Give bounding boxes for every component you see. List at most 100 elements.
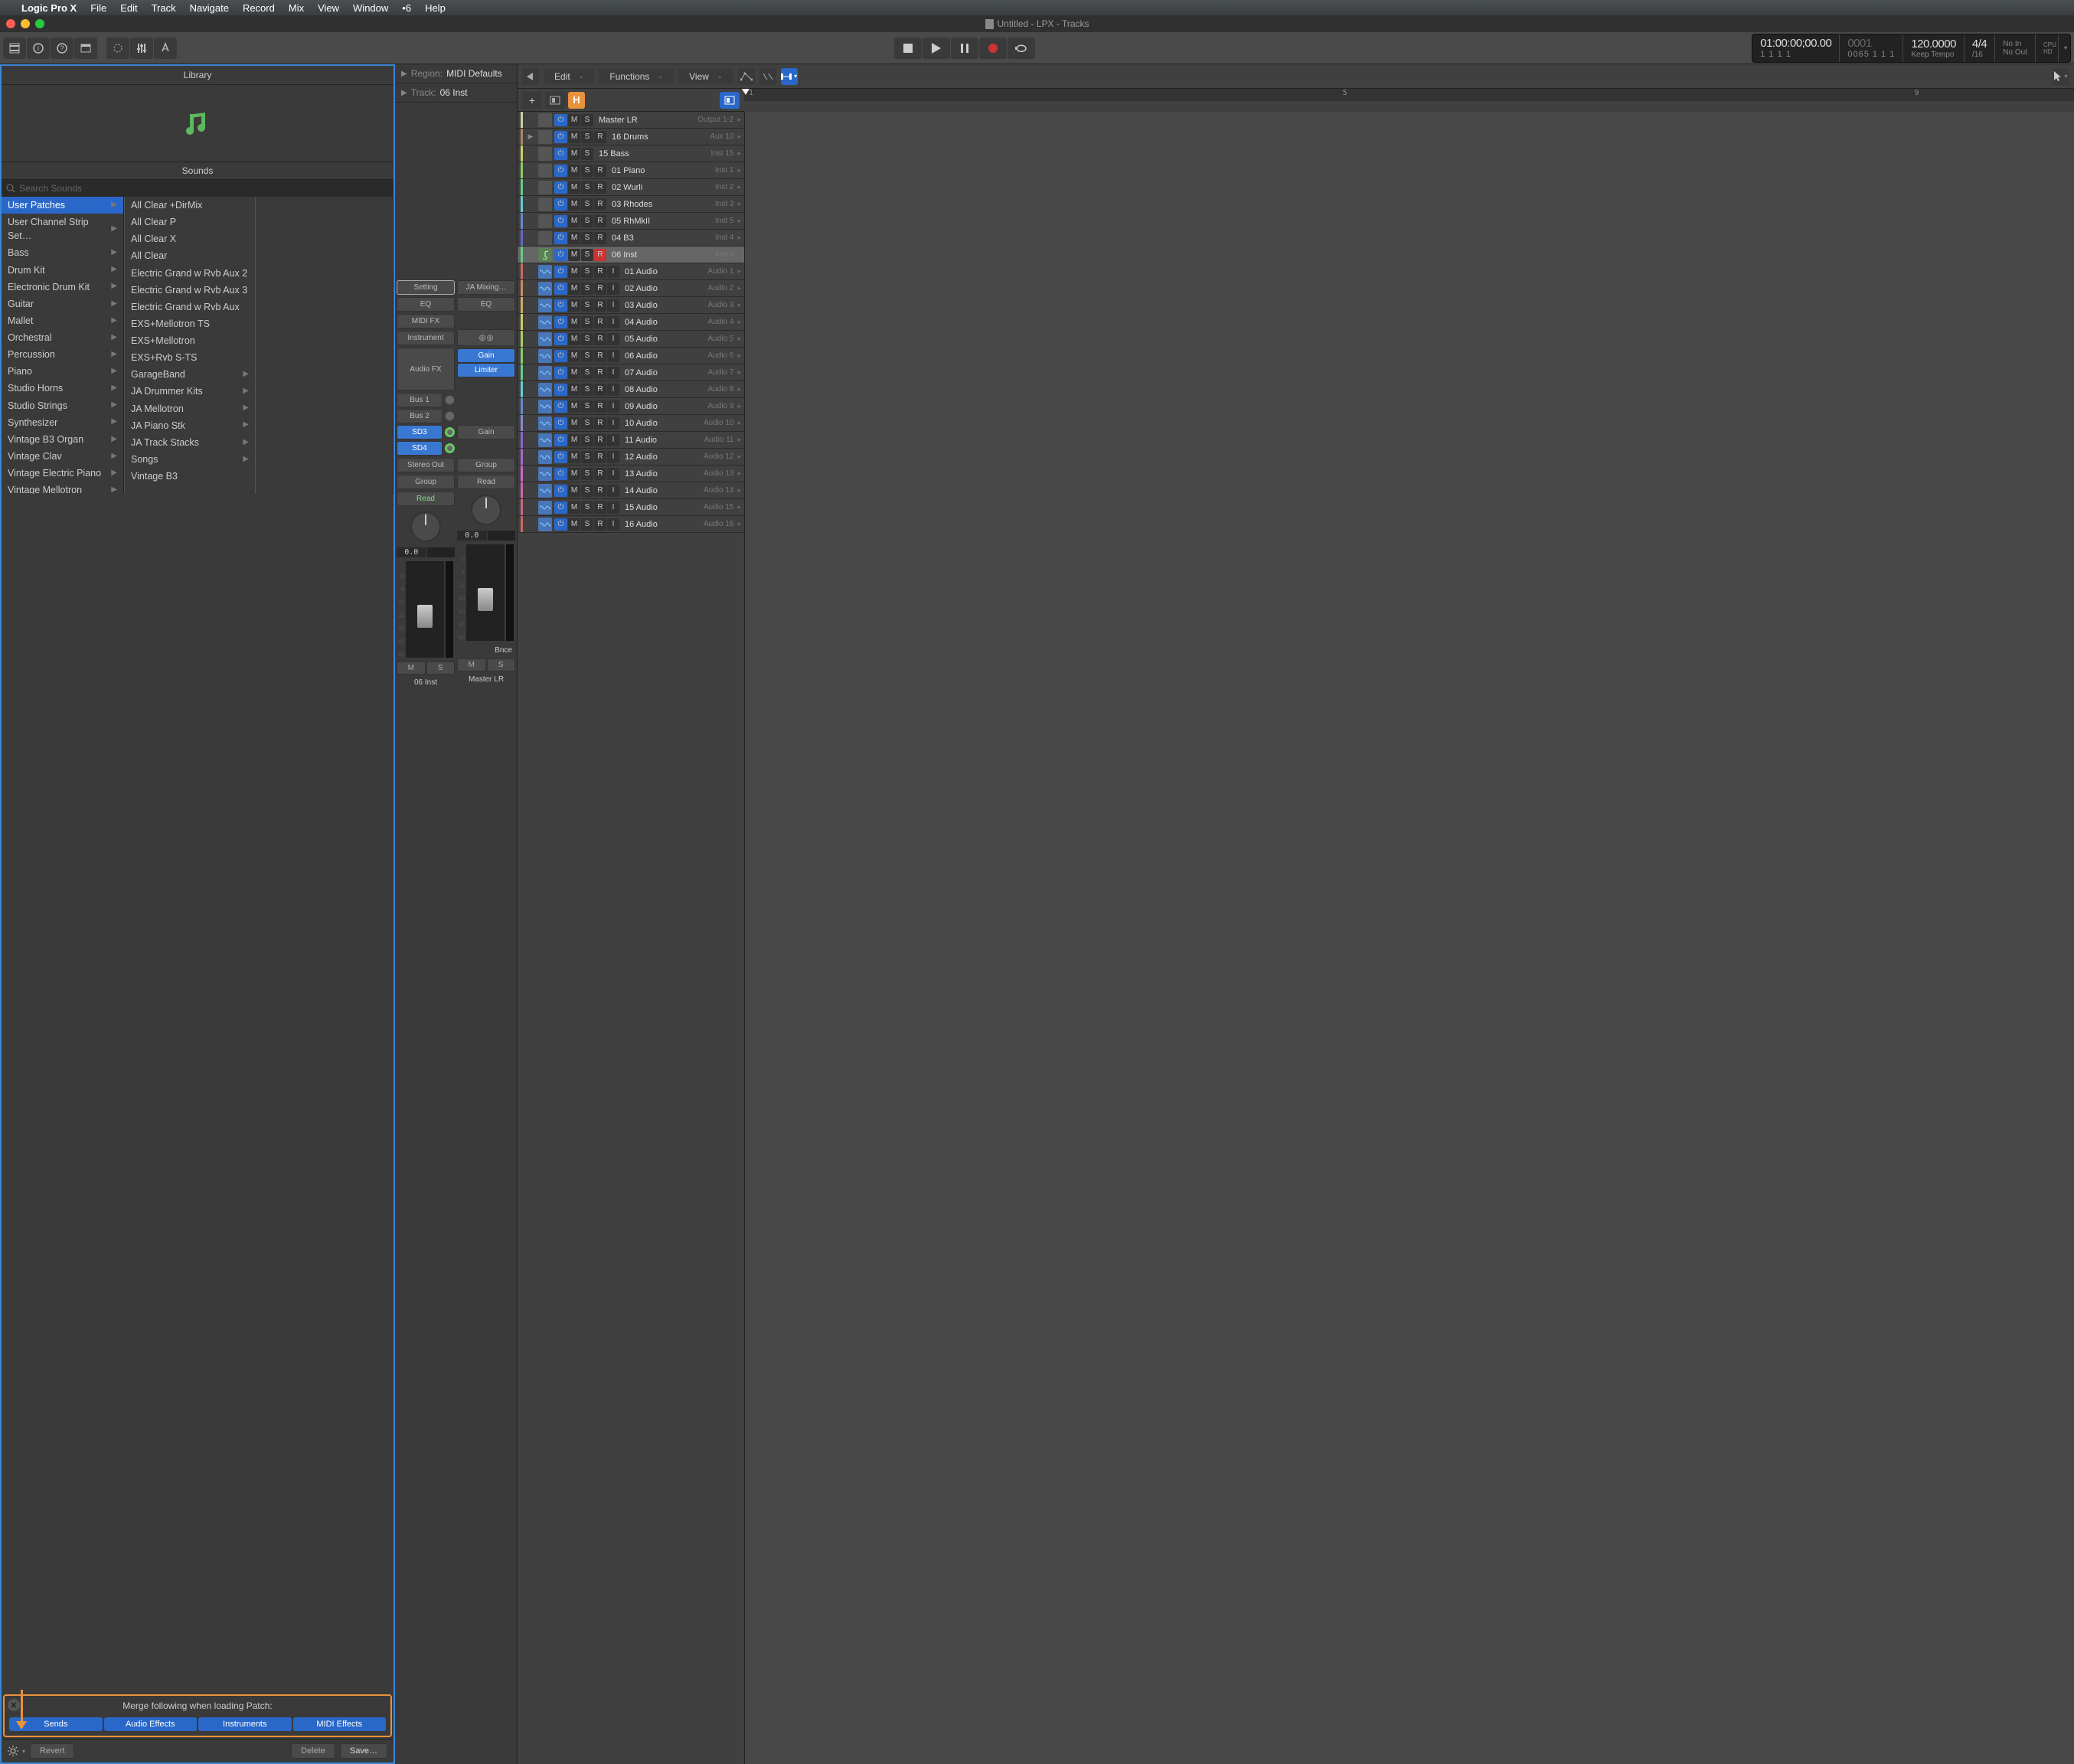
zoom-window-button[interactable]: [35, 19, 44, 28]
ruler[interactable]: 1 5 9: [744, 89, 2074, 101]
send-knob[interactable]: [445, 395, 455, 405]
pan-knob[interactable]: [410, 511, 441, 542]
record-enable-button[interactable]: R: [594, 501, 606, 514]
track-name[interactable]: 07 Audio: [622, 368, 706, 377]
solo-button[interactable]: S: [581, 198, 593, 211]
mute-button[interactable]: M: [568, 165, 580, 177]
smart-controls-button[interactable]: [106, 38, 129, 59]
track-header[interactable]: ⏻MSRI16 AudioAudio 16▸: [518, 516, 744, 533]
merge-instruments-button[interactable]: Instruments: [198, 1717, 292, 1731]
solo-button[interactable]: S: [581, 400, 593, 413]
pause-button[interactable]: [951, 38, 978, 59]
track-name[interactable]: 04 B3: [609, 234, 713, 243]
track-icon[interactable]: [538, 332, 552, 346]
mute-button[interactable]: M: [568, 384, 580, 396]
solo-button[interactable]: S: [581, 181, 593, 194]
track-header[interactable]: ⏻MSR01 PianoInst 1▸: [518, 162, 744, 179]
mute-button[interactable]: M: [568, 350, 580, 362]
chevron-right-icon[interactable]: ▸: [737, 250, 741, 259]
record-enable-button[interactable]: R: [594, 249, 606, 261]
track-name[interactable]: 05 Audio: [622, 335, 706, 344]
mute-button[interactable]: M: [568, 333, 580, 345]
solo-button[interactable]: S: [581, 367, 593, 379]
track-icon[interactable]: [538, 349, 552, 363]
track-header[interactable]: ⏻MSRI15 AudioAudio 15▸: [518, 499, 744, 516]
mute-button[interactable]: M: [568, 451, 580, 463]
bounce-button[interactable]: Bnce: [457, 645, 515, 656]
mute-button[interactable]: M: [457, 658, 486, 671]
input-monitor-button[interactable]: I: [607, 468, 619, 480]
chevron-right-icon[interactable]: ▸: [737, 116, 741, 124]
record-enable-button[interactable]: R: [594, 384, 606, 396]
track-icon[interactable]: [538, 400, 552, 413]
send-knob[interactable]: [445, 427, 455, 437]
chevron-right-icon[interactable]: ▸: [737, 200, 741, 208]
track-name[interactable]: 13 Audio: [622, 469, 701, 479]
input-monitor-button[interactable]: I: [607, 518, 619, 531]
pan-knob[interactable]: [471, 495, 501, 525]
gain-slot[interactable]: Gain: [457, 348, 515, 363]
chevron-right-icon[interactable]: ▸: [737, 234, 741, 242]
merge-audio-fx-button[interactable]: Audio Effects: [104, 1717, 198, 1731]
solo-button[interactable]: S: [581, 333, 593, 345]
mute-button[interactable]: M: [568, 198, 580, 211]
chevron-right-icon[interactable]: ▸: [737, 469, 741, 478]
track-icon[interactable]: [538, 467, 552, 481]
record-enable-button[interactable]: R: [594, 468, 606, 480]
record-enable-button[interactable]: R: [594, 451, 606, 463]
menu-item[interactable]: Record: [243, 2, 275, 14]
flex-button[interactable]: [759, 68, 776, 85]
solo-button[interactable]: S: [581, 485, 593, 497]
input-monitor-button[interactable]: I: [607, 400, 619, 413]
record-enable-button[interactable]: R: [594, 518, 606, 531]
track-header[interactable]: ⏻MSR03 RhodesInst 3▸: [518, 196, 744, 213]
solo-button[interactable]: S: [581, 165, 593, 177]
pointer-tool[interactable]: ▾: [2053, 68, 2069, 85]
library-item[interactable]: Bass▶: [2, 244, 123, 261]
input-monitor-button[interactable]: I: [607, 266, 619, 278]
record-enable-button[interactable]: R: [594, 232, 606, 244]
menu-item[interactable]: View: [318, 2, 339, 14]
track-icon[interactable]: [538, 383, 552, 397]
disclosure-icon[interactable]: ▶: [401, 70, 407, 78]
menu-item[interactable]: Edit: [120, 2, 137, 14]
beat-position[interactable]: 1 1 1 1: [1760, 50, 1831, 59]
smpte-position[interactable]: 01:00:00;00.00: [1760, 37, 1831, 50]
inspector-button[interactable]: i: [27, 38, 50, 59]
mute-button[interactable]: M: [568, 518, 580, 531]
tempo-mode[interactable]: Keep Tempo: [1911, 51, 1956, 59]
record-enable-button[interactable]: R: [594, 131, 606, 143]
instrument-slot[interactable]: Instrument: [397, 331, 455, 345]
menu-item[interactable]: •6: [402, 2, 411, 14]
track-header[interactable]: ⏻MSRI08 AudioAudio 8▸: [518, 381, 744, 398]
track-header[interactable]: ⏻MSR02 WurliInst 2▸: [518, 179, 744, 196]
power-button[interactable]: ⏻: [554, 518, 567, 531]
track-header[interactable]: ⏻MSMaster LROutput 1-2▸: [518, 112, 744, 129]
mute-button[interactable]: M: [568, 299, 580, 312]
track-icon[interactable]: [538, 214, 552, 228]
record-enable-button[interactable]: R: [594, 215, 606, 227]
minimize-window-button[interactable]: [21, 19, 30, 28]
chevron-right-icon[interactable]: ▸: [737, 351, 741, 360]
library-item[interactable]: GarageBand▶: [125, 366, 255, 383]
library-item[interactable]: Electric Grand w Rvb Aux 3: [125, 282, 255, 299]
add-track-button[interactable]: +: [522, 92, 542, 109]
mute-button[interactable]: M: [568, 215, 580, 227]
track-row[interactable]: ▶ Track: 06 Inst: [395, 83, 517, 103]
group-slot[interactable]: Group: [397, 475, 455, 489]
solo-button[interactable]: S: [581, 434, 593, 446]
mute-button[interactable]: M: [568, 114, 580, 126]
mute-button[interactable]: M: [568, 249, 580, 261]
record-enable-button[interactable]: R: [594, 316, 606, 328]
volume-value[interactable]: 0.0: [457, 531, 487, 541]
input-monitor-button[interactable]: I: [607, 384, 619, 396]
output-slot[interactable]: Stereo Out: [397, 458, 455, 472]
stop-button[interactable]: [894, 38, 922, 59]
track-icon[interactable]: [538, 299, 552, 312]
track-icon[interactable]: [538, 416, 552, 430]
record-enable-button[interactable]: R: [594, 333, 606, 345]
cycle-button[interactable]: [1008, 38, 1035, 59]
library-item[interactable]: Orchestral▶: [2, 329, 123, 346]
record-enable-button[interactable]: R: [594, 400, 606, 413]
chevron-right-icon[interactable]: ▸: [737, 402, 741, 410]
